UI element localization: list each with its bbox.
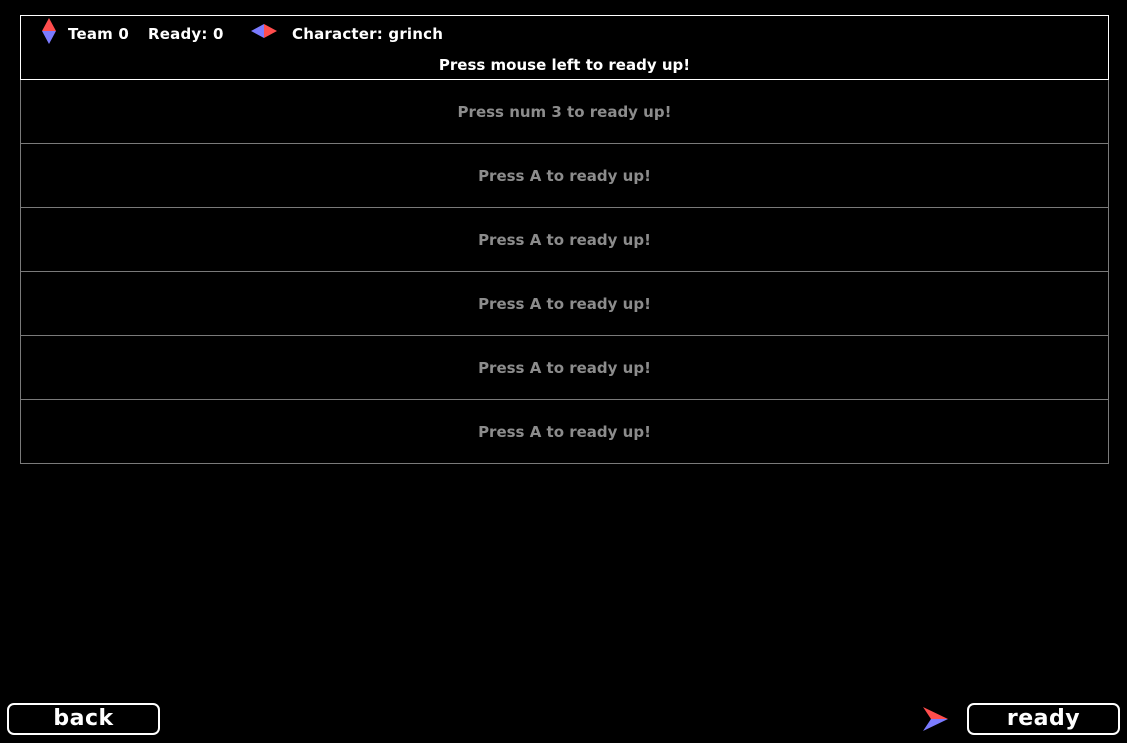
character-label: Character: grinch [292, 25, 444, 43]
team-toggle-icon[interactable] [39, 18, 59, 44]
player-slot-7: Press A to ready up! [20, 400, 1109, 464]
player-slot-5: Press A to ready up! [20, 272, 1109, 336]
ready-prompt: Press A to ready up! [478, 295, 651, 313]
ready-prompt: Press A to ready up! [478, 231, 651, 249]
arrow-cursor-icon [923, 707, 948, 731]
player-slot-active: Team 0 Ready: 0 Character: grinch Press … [20, 15, 1109, 80]
ready-prompt: Press A to ready up! [478, 167, 651, 185]
player-slot-4: Press A to ready up! [20, 208, 1109, 272]
player-slot-2: Press num 3 to ready up! [20, 80, 1109, 144]
lobby-screen: Team 0 Ready: 0 Character: grinch Press … [0, 0, 1127, 743]
character-toggle-icon[interactable] [251, 21, 277, 41]
team-label: Team 0 [68, 25, 130, 43]
player-slot-header: Team 0 Ready: 0 Character: grinch [21, 16, 1108, 50]
player-slot-6: Press A to ready up! [20, 336, 1109, 400]
ready-prompt: Press A to ready up! [478, 359, 651, 377]
player-slot-3: Press A to ready up! [20, 144, 1109, 208]
ready-count-label: Ready: 0 [148, 25, 224, 43]
ready-prompt: Press A to ready up! [478, 423, 651, 441]
back-button[interactable]: back [7, 703, 160, 735]
ready-button[interactable]: ready [967, 703, 1120, 735]
player-slots-panel: Team 0 Ready: 0 Character: grinch Press … [20, 15, 1109, 464]
ready-prompt: Press num 3 to ready up! [457, 103, 672, 121]
ready-prompt-active: Press mouse left to ready up! [438, 56, 691, 74]
